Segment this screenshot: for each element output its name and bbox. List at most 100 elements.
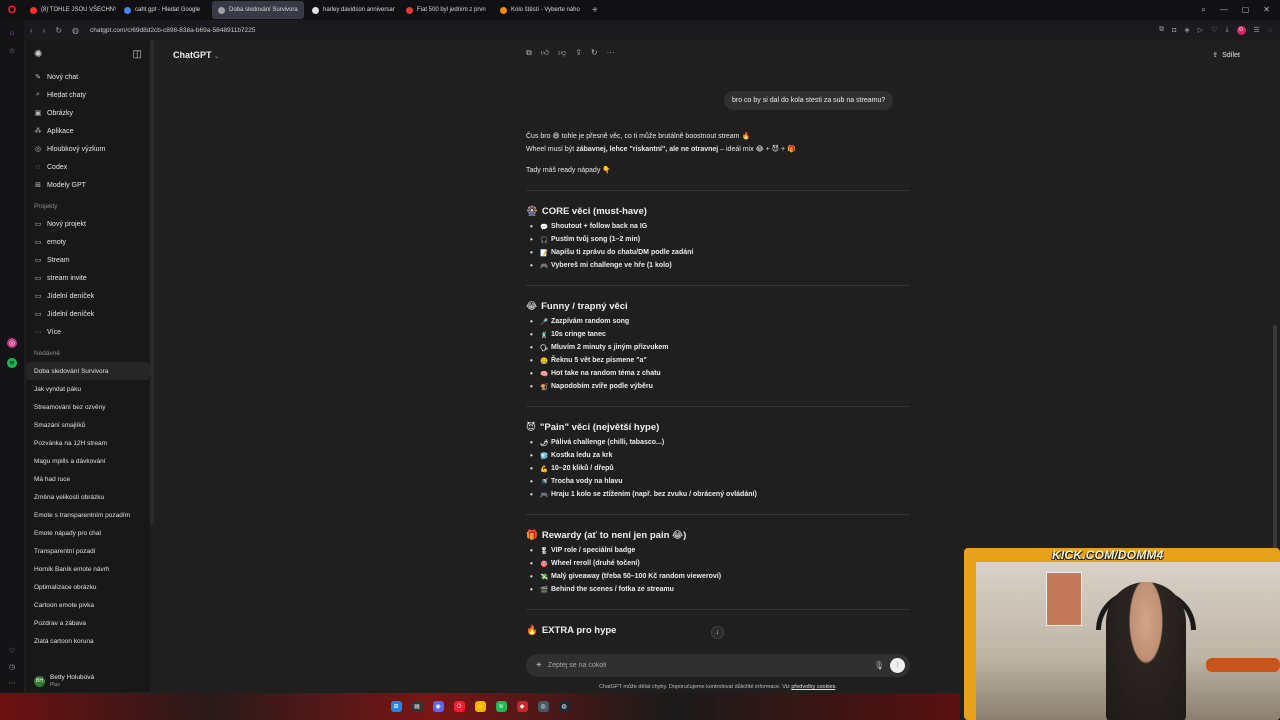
- star-icon[interactable]: ☆: [7, 46, 17, 56]
- disclaimer: ChatGPT může dělat chyby. Doporučujeme k…: [599, 684, 837, 690]
- openai-logo-icon[interactable]: ✺: [34, 49, 42, 60]
- recent-chat-item[interactable]: Emote nápady pro chat: [26, 524, 150, 542]
- recent-chat-item[interactable]: Streamování bez ozvěny: [26, 398, 150, 416]
- obs-icon[interactable]: ◎: [537, 701, 549, 712]
- sidebar-scrollbar[interactable]: [150, 40, 154, 525]
- bookmark-icon[interactable]: ♡: [1211, 26, 1217, 34]
- browser-tab[interactable]: Doba sledování Survivora: [212, 1, 304, 19]
- copy-icon[interactable]: ⧉: [526, 48, 532, 58]
- steam-icon[interactable]: ◍: [558, 701, 570, 712]
- prompt-input[interactable]: [547, 662, 868, 669]
- recent-chat-item[interactable]: Optimalizace obrázku: [26, 578, 150, 596]
- back-icon[interactable]: ‹: [30, 26, 33, 35]
- share-message-icon[interactable]: ⇪: [575, 48, 582, 58]
- folder-icon[interactable]: ▭: [474, 701, 486, 712]
- close-window-icon[interactable]: ✕: [1263, 5, 1270, 15]
- recent-chat-item[interactable]: Magu mpills a dávkování: [26, 452, 150, 470]
- project-item[interactable]: ▭ Jídelní deníček: [26, 287, 150, 305]
- start-icon[interactable]: ⊞: [390, 701, 402, 712]
- heart-icon[interactable]: ♡: [7, 646, 17, 656]
- more-options-icon[interactable]: ⋯: [7, 678, 17, 688]
- sidebar-item[interactable]: ⊞ Modely GPT: [26, 176, 150, 194]
- recent-chat-item[interactable]: Jak vyndat páku: [26, 380, 150, 398]
- clock-icon[interactable]: ◷: [7, 662, 17, 672]
- project-item[interactable]: ▭ Stream: [26, 251, 150, 269]
- recent-chat-item[interactable]: Pozdrav a zábava: [26, 614, 150, 632]
- sidebar-item[interactable]: ⌕ Hledat chaty: [26, 86, 150, 104]
- site-info-icon[interactable]: ◍: [72, 26, 79, 35]
- spotify-icon[interactable]: ≋: [7, 358, 17, 368]
- browser-tab[interactable]: (8) TOHLE JSOU VŠECHNY: [24, 1, 116, 19]
- project-item[interactable]: ▭ stream invite: [26, 269, 150, 287]
- cookie-preferences-link[interactable]: předvolby cookies: [791, 684, 835, 690]
- opera-logo-icon[interactable]: O: [0, 0, 24, 20]
- scroll-down-button[interactable]: ↓: [711, 626, 724, 639]
- item-text: Kostka ledu za krk: [551, 452, 613, 459]
- instagram-icon[interactable]: ◎: [7, 338, 17, 348]
- model-selector[interactable]: ChatGPT ⌄: [158, 50, 219, 60]
- sidebar-item[interactable]: ◌ Codex: [26, 158, 150, 176]
- shield-icon[interactable]: ◈: [1184, 26, 1189, 34]
- project-item[interactable]: ··· Více: [26, 323, 150, 341]
- opera-icon[interactable]: O: [453, 701, 465, 712]
- thumbs-down-icon[interactable]: 👎︎: [558, 48, 566, 58]
- spotify-icon[interactable]: ≋: [495, 701, 507, 712]
- aria-icon[interactable]: ◌: [1268, 27, 1272, 34]
- minimize-icon[interactable]: —: [1220, 5, 1228, 15]
- discord-icon[interactable]: ◉: [432, 701, 444, 712]
- browser-tab[interactable]: Kolo štěstí - Vyberte náho: [494, 1, 586, 19]
- download-icon[interactable]: ⤓: [1225, 26, 1228, 34]
- sidebar-item[interactable]: ▣ Obrázky: [26, 104, 150, 122]
- section-emoji: 🎡: [526, 205, 538, 217]
- maximize-icon[interactable]: ▢: [1242, 5, 1250, 15]
- new-tab-button[interactable]: +: [586, 5, 604, 16]
- camera-icon[interactable]: ◘: [1172, 27, 1176, 34]
- browser-tab[interactable]: caht gpt - Hledat Google: [118, 1, 210, 19]
- flow-icon[interactable]: ▷: [1198, 26, 1203, 34]
- browser-tab[interactable]: harley davidson anniversar: [306, 1, 398, 19]
- toggle-sidebar-icon[interactable]: ◫: [133, 49, 142, 60]
- browser-tab[interactable]: Fiat 500 byl jedním z prvn: [400, 1, 492, 19]
- voice-mode-button[interactable]: ⫶: [890, 658, 905, 673]
- microphone-icon[interactable]: 🎙︎: [874, 661, 884, 670]
- home-icon[interactable]: ⌂: [7, 28, 17, 38]
- menu-icon[interactable]: ☰: [1254, 26, 1260, 34]
- regenerate-icon[interactable]: ↻: [591, 48, 598, 58]
- url-field[interactable]: chatgpt.com/c/69d8d2cb-c898-838a-b69a-58…: [90, 27, 255, 34]
- sidebar-item[interactable]: ⁂ Aplikace: [26, 122, 150, 140]
- share-button[interactable]: ⇪ Sdílet: [1212, 51, 1240, 60]
- recent-chat-item[interactable]: Cartoon emote pivka: [26, 596, 150, 614]
- forward-icon[interactable]: ›: [43, 26, 46, 35]
- tab-favicon-icon: [406, 6, 413, 14]
- profile-avatar[interactable]: D: [1236, 25, 1246, 35]
- recent-chat-item[interactable]: Zlatá cartoon koruna: [26, 632, 150, 650]
- recent-chat-item[interactable]: Doba sledování Survivora: [26, 362, 150, 380]
- thumbs-up-icon[interactable]: 👍︎: [541, 48, 549, 58]
- sidebar-item[interactable]: ✎ Nový chat: [26, 68, 150, 86]
- add-attachment-icon[interactable]: +: [536, 660, 542, 671]
- more-icon[interactable]: ···: [607, 48, 615, 58]
- project-item[interactable]: ▭ Nový projekt: [26, 215, 150, 233]
- list-item: 🚿Trocha vody na hlavu: [526, 475, 910, 488]
- shelf-items: [1206, 658, 1280, 672]
- search-tabs-icon[interactable]: ⌕: [1201, 5, 1205, 15]
- recent-chat-item[interactable]: Má had ruce: [26, 470, 150, 488]
- user-account[interactable]: BH Betty Holubová Plus: [26, 670, 150, 692]
- recent-chat-item[interactable]: Horník Baník emote návrh: [26, 560, 150, 578]
- main-scrollbar[interactable]: [1273, 325, 1277, 575]
- extensions-icon[interactable]: ⧉: [1159, 26, 1164, 34]
- files-icon[interactable]: ▤: [411, 701, 423, 712]
- sidebar-item[interactable]: ◎ Hloubkový výzkum: [26, 140, 150, 158]
- project-item[interactable]: ▭ emoty: [26, 233, 150, 251]
- reload-icon[interactable]: ↻: [55, 26, 62, 35]
- recent-chat-item[interactable]: Smazání smajlíků: [26, 416, 150, 434]
- tab-favicon-icon: [30, 6, 37, 14]
- recent-chat-item[interactable]: Emote s transparentním pozadím: [26, 506, 150, 524]
- recent-chat-item[interactable]: Pozvánka na 12H stream: [26, 434, 150, 452]
- recent-chat-item[interactable]: Změna velikosti obrázku: [26, 488, 150, 506]
- item-text: Vybereš mi challenge ve hře (1 kolo): [551, 262, 672, 269]
- recent-chat-item[interactable]: Transparentní pozadí: [26, 542, 150, 560]
- app-icon[interactable]: ◆: [516, 701, 528, 712]
- project-item[interactable]: ▭ Jídelní deníček: [26, 305, 150, 323]
- browser-side-rail: ⌂ ☆ ◎ ≋ ♡ ◷ ⋯: [0, 20, 24, 720]
